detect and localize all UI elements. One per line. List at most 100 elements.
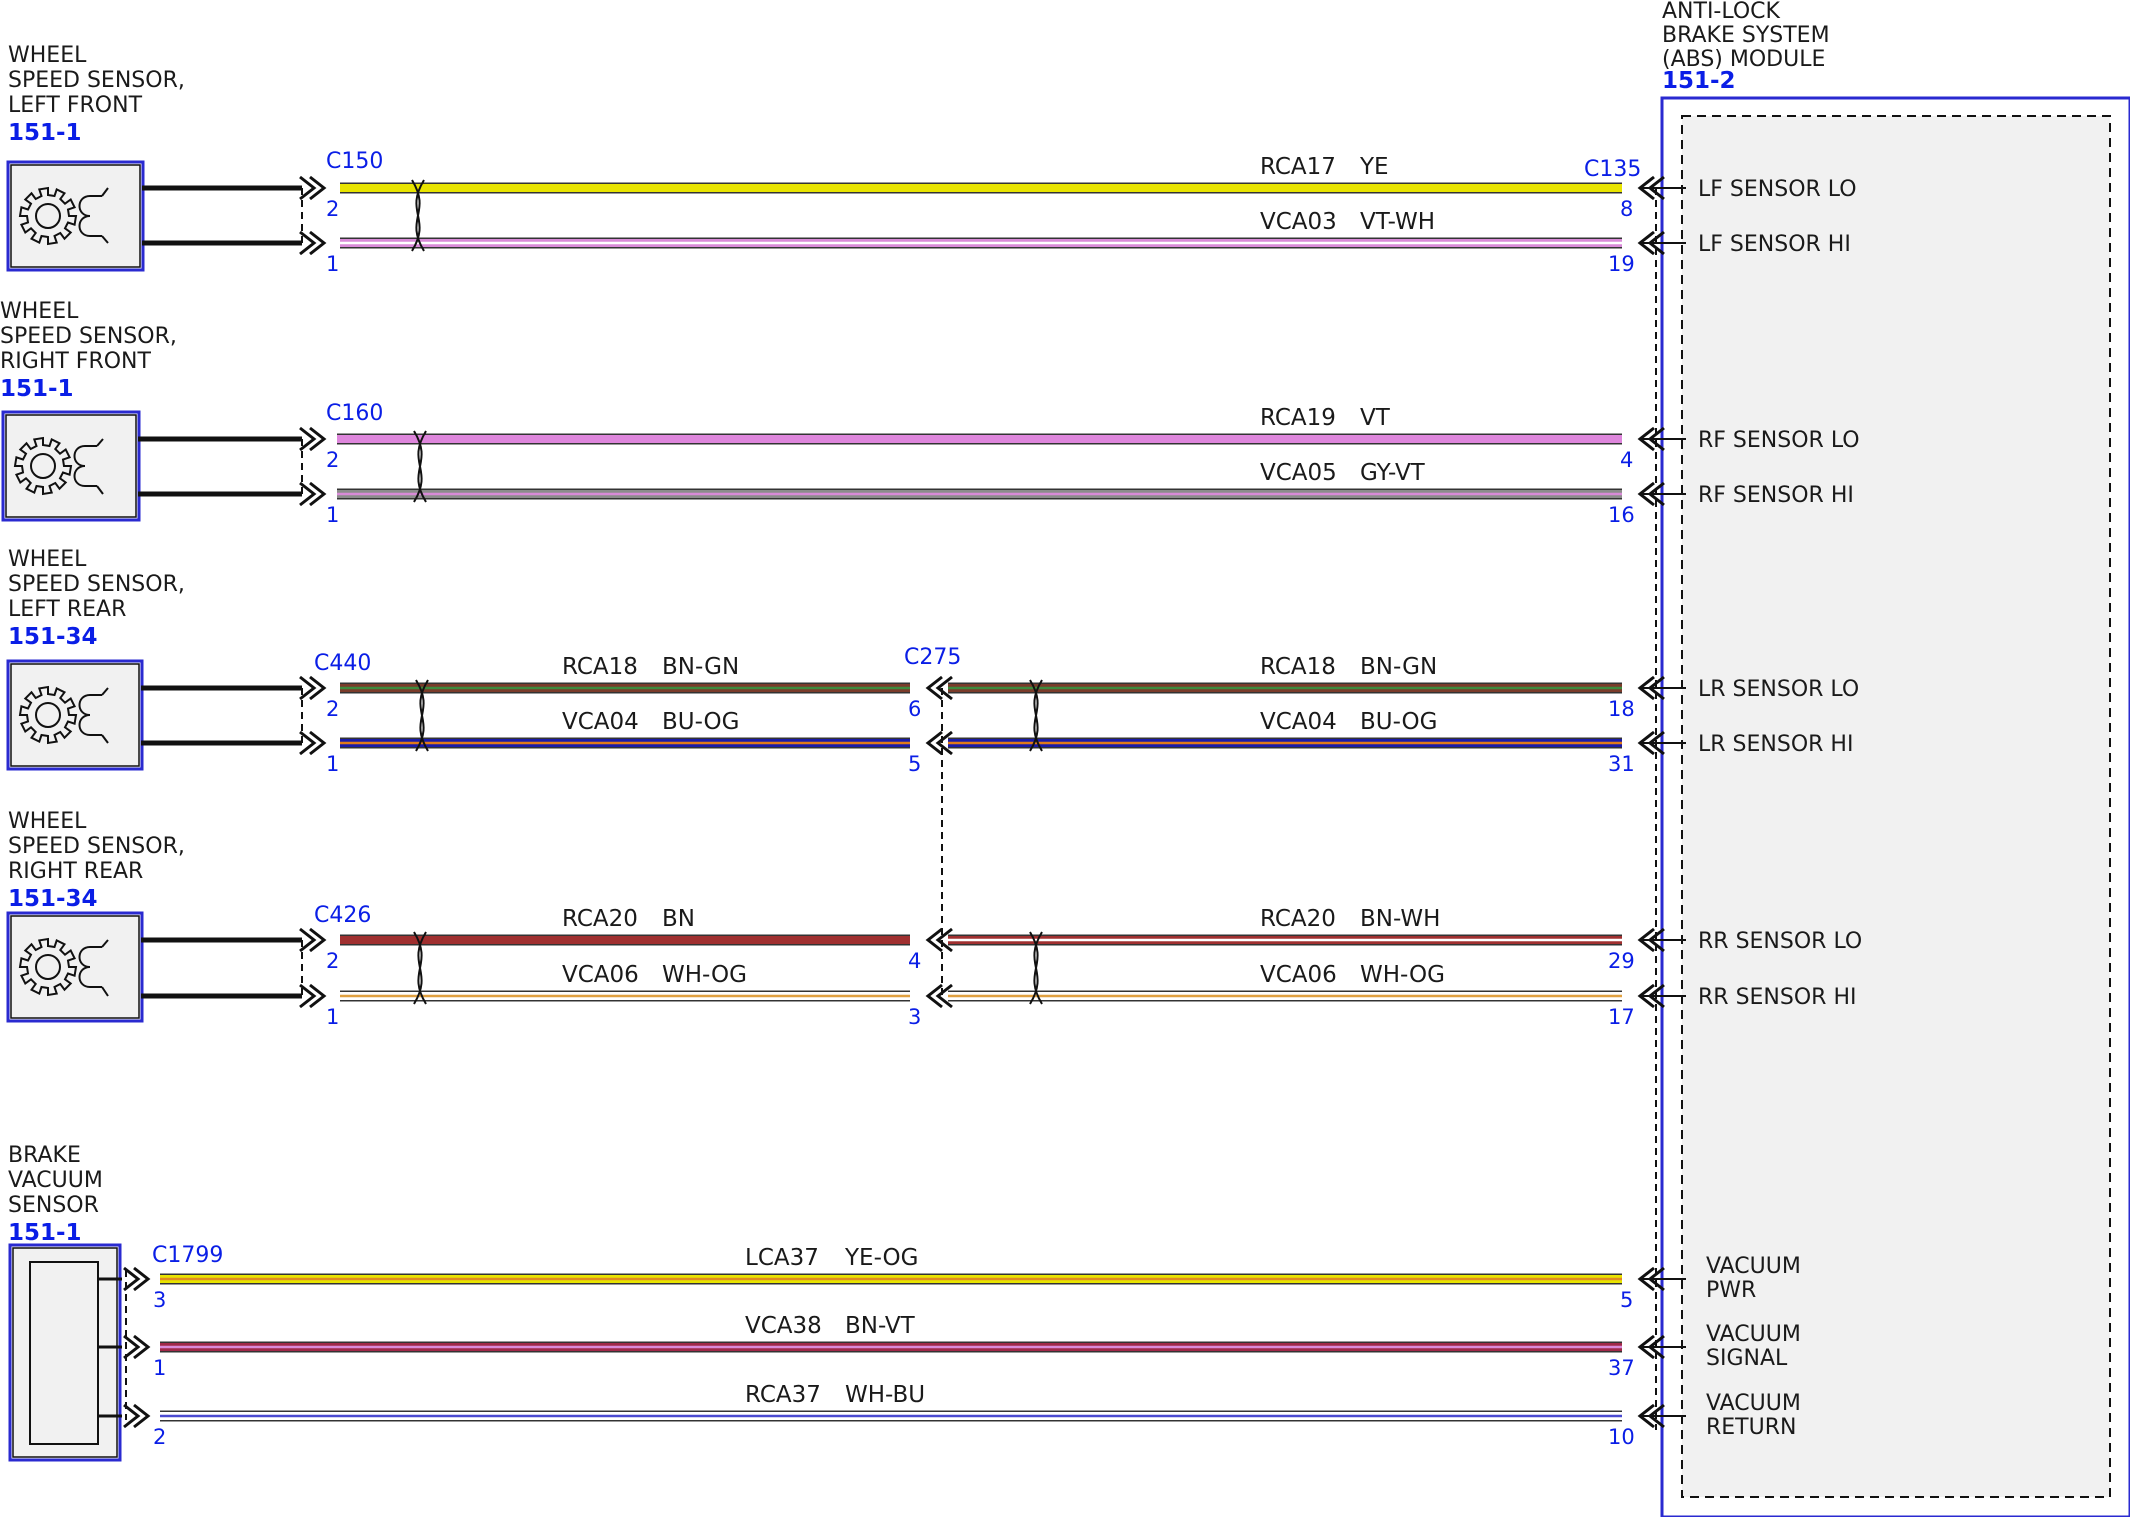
module-pin-label: VACUUM [1706,1391,1801,1416]
wire-lca37: LCA37 YE-OG 3 5 VACUUMPWR [153,1245,1801,1312]
connector-terminal [299,927,327,953]
connector-terminal [299,426,327,452]
wire-circuit-id: VCA06 [562,962,639,988]
abs-wiring-diagram: ANTI-LOCKBRAKE SYSTEM(ABS) MODULE151-2C1… [0,0,2130,1517]
sensor-ref: 151-1 [8,120,82,146]
wire-rca19: RCA19 VT 2 4 RF SENSOR LO [326,405,1860,472]
sensor-connector-id: C440 [314,651,371,676]
connector-terminal [123,1334,151,1360]
inline-connector-id: C275 [904,645,961,670]
sensor-connector-id: C160 [326,401,383,426]
module-pin-label: LR SENSOR LO [1698,677,1859,702]
sensor-lf: WHEELSPEED SENSOR,LEFT FRONT151-1 C150 [6,43,383,272]
sensor-title-line: WHEEL [8,43,87,68]
sensor-title-line: WHEEL [0,299,79,324]
abs-module: ANTI-LOCKBRAKE SYSTEM(ABS) MODULE151-2C1… [1584,0,2130,1517]
wire-start-pin: 1 [326,752,339,776]
module-pin-label: RETURN [1706,1415,1796,1440]
wire-circuit-id: RCA20 [1260,906,1336,932]
wire-end-pin: 16 [1608,503,1635,527]
abs-module-title-line: BRAKE SYSTEM [1662,23,1830,48]
module-connector-id: C135 [1584,157,1641,182]
wire-start-pin: 1 [153,1356,166,1380]
wire-color-code: BU-OG [662,709,739,735]
connector-terminal [299,481,327,507]
wire-color-code: BN-GN [1360,654,1437,680]
sensor-title-line: RIGHT REAR [8,859,143,884]
sensor-title-line: SPEED SENSOR, [8,572,185,597]
wire-color-code: WH-OG [662,962,747,988]
connector-terminal [299,675,327,701]
wire-color-code: BN-GN [662,654,739,680]
abs-module-ref: 151-2 [1662,68,1736,94]
sensor-ref: 151-1 [8,1220,82,1246]
wire-start-pin: 3 [153,1288,166,1312]
sensor-title-line: SPEED SENSOR, [8,834,185,859]
wire-end-pin: 3 [908,1005,921,1029]
wire-end-pin: 4 [1620,448,1633,472]
connector-terminal [123,1403,151,1429]
wire-circuit-id: VCA06 [1260,962,1337,988]
connector-terminal [299,730,327,756]
wire-end-pin: 19 [1608,252,1635,276]
wire-start-pin: 1 [326,1005,339,1029]
sensor-rr: WHEELSPEED SENSOR,RIGHT REAR151-34 C426 [6,809,371,1023]
sensor-title-line: LEFT REAR [8,597,126,622]
abs-module-title-line: ANTI-LOCK [1662,0,1781,24]
wire-end-pin: 18 [1608,697,1635,721]
module-pin-label: RF SENSOR LO [1698,428,1860,453]
wire-color-code: BN-VT [845,1313,916,1339]
wire-start-pin: 2 [326,949,339,973]
wire-end-pin: 4 [908,949,921,973]
wire-end-pin: 29 [1608,949,1635,973]
connector-terminal [299,230,327,256]
wire-color-code: BN-WH [1360,906,1440,932]
wire-circuit-id: RCA18 [562,654,638,680]
sensor-lr: WHEELSPEED SENSOR,LEFT REAR151-34 C440 [6,547,371,771]
wire-end-pin: 17 [1608,1005,1635,1029]
module-pin-label: RR SENSOR LO [1698,929,1862,954]
wire-rca37: RCA37 WH-BU 2 10 VACUUMRETURN [153,1382,1801,1449]
module-pin-label: PWR [1706,1278,1756,1303]
wire-start-pin: 2 [326,448,339,472]
wire-circuit-id: VCA05 [1260,460,1337,486]
wire-color-code: WH-BU [845,1382,925,1408]
sensor-title-line: WHEEL [8,809,87,834]
sensor-title-line: SENSOR [8,1193,99,1218]
module-pin-label: LR SENSOR HI [1698,732,1853,757]
wire-start-pin: 2 [326,197,339,221]
module-pin-label: LF SENSOR LO [1698,177,1857,202]
wire-circuit-id: RCA19 [1260,405,1336,431]
wire-color-code: YE [1359,154,1389,180]
wire-circuit-id: RCA20 [562,906,638,932]
sensor-connector-id: C426 [314,903,371,928]
wire-color-code: BU-OG [1360,709,1437,735]
sensor-title-line: RIGHT FRONT [0,349,152,374]
wire-circuit-id: VCA38 [745,1313,822,1339]
module-pin-label: VACUUM [1706,1322,1801,1347]
wire-color-code: WH-OG [1360,962,1445,988]
wire-start-pin: 2 [153,1425,166,1449]
wire-end-pin: 31 [1608,752,1635,776]
sensor-connector-id: C1799 [152,1243,223,1268]
module-pin-label: VACUUM [1706,1254,1801,1279]
sensor-title-line: BRAKE [8,1143,81,1168]
module-pin-label: RR SENSOR HI [1698,985,1856,1010]
wire-circuit-id: VCA04 [562,709,639,735]
wire-start-pin: 1 [326,503,339,527]
wire-color-code: VT-WH [1360,209,1435,235]
wire-circuit-id: VCA04 [1260,709,1337,735]
module-pin-label: SIGNAL [1706,1346,1788,1371]
wire-end-pin: 10 [1608,1425,1635,1449]
sensor-title-line: SPEED SENSOR, [0,324,177,349]
wire-color-code: BN [662,906,695,932]
connector-terminal [123,1266,151,1292]
sensor-title-line: VACUUM [8,1168,103,1193]
module-pin-label: LF SENSOR HI [1698,232,1851,257]
wire-circuit-id: RCA17 [1260,154,1336,180]
connector-terminal [299,983,327,1009]
wire-color-code: YE-OG [844,1245,918,1271]
module-pin-label: RF SENSOR HI [1698,483,1854,508]
wire-circuit-id: VCA03 [1260,209,1337,235]
wire-end-pin: 8 [1620,197,1633,221]
